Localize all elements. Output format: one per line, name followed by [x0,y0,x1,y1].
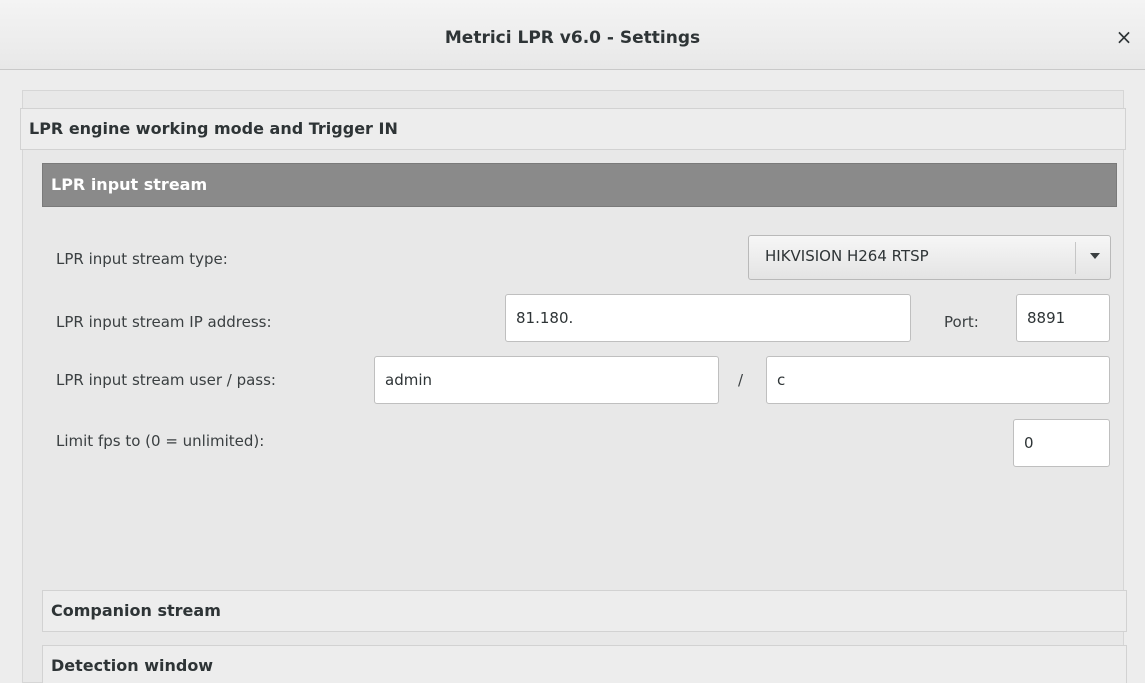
section-input-stream-header[interactable]: LPR input stream [42,163,1117,207]
fps-limit-input[interactable]: 0 [1013,419,1110,467]
window-title: Metrici LPR v6.0 - Settings [444,28,701,48]
settings-window: Metrici LPR v6.0 - Settings × LPR engine… [0,0,1145,683]
close-icon: × [1115,25,1133,49]
chevron-down-icon [1090,253,1100,259]
username-input[interactable]: admin [374,356,719,404]
user-pass-separator: / [738,371,744,389]
port-label: Port: [944,313,979,331]
section-companion-header[interactable]: Companion stream [42,590,1127,632]
ip-address-label: LPR input stream IP address: [56,313,272,331]
section-trigger-header[interactable]: LPR engine working mode and Trigger IN [20,108,1126,150]
stream-type-dropdown[interactable]: HIKVISION H264 RTSP [748,235,1111,280]
section-detection-label: Detection window [51,656,214,675]
section-companion-label: Companion stream [51,601,221,620]
section-input-stream-label: LPR input stream [51,175,208,194]
close-button[interactable]: × [1113,26,1135,48]
fps-limit-label: Limit fps to (0 = unlimited): [56,432,265,450]
port-input[interactable]: 8891 [1016,294,1110,342]
section-detection-header[interactable]: Detection window [42,645,1127,683]
user-pass-label: LPR input stream user / pass: [56,371,276,389]
section-trigger-label: LPR engine working mode and Trigger IN [29,119,398,138]
title-bar: Metrici LPR v6.0 - Settings × [0,0,1145,70]
ip-address-input[interactable]: 81.180. [505,294,911,342]
stream-type-value: HIKVISION H264 RTSP [765,247,929,265]
password-input[interactable]: c [766,356,1110,404]
dropdown-separator [1075,242,1076,274]
stream-type-label: LPR input stream type: [56,250,228,268]
